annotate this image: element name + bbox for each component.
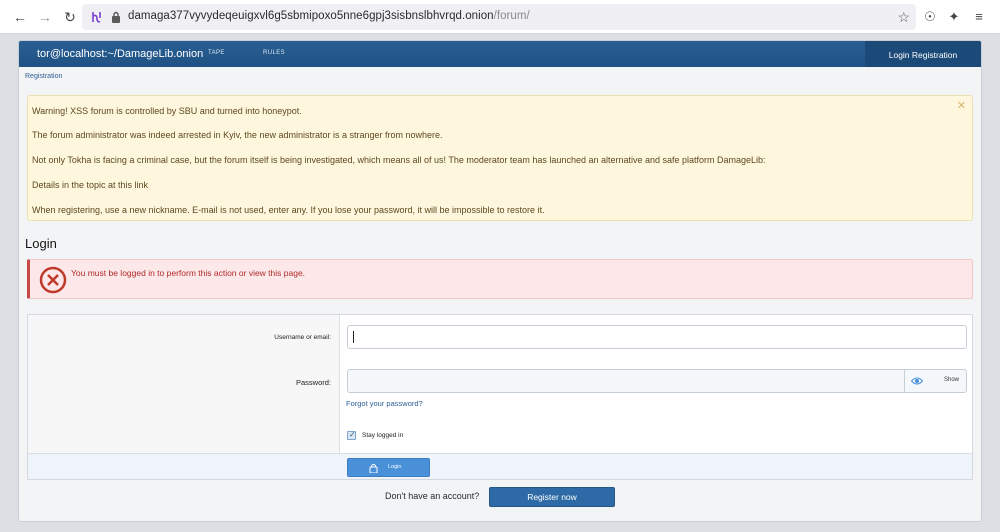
notice-line: When registering, use a new nickname. E-…: [32, 205, 545, 215]
password-input[interactable]: Show: [347, 369, 967, 393]
login-form: Username or email: Password: Show Forgot…: [27, 314, 973, 480]
url-text: damaga377vyvydeqeuigxvl6g5sbmipoxo5nne6g…: [128, 10, 530, 22]
onion-icon[interactable]: [90, 10, 104, 24]
menu-icon[interactable]: ≡: [971, 9, 987, 25]
forward-arrow-icon[interactable]: →: [37, 9, 53, 25]
stay-logged-in-checkbox[interactable]: ✓: [347, 430, 356, 440]
url-host: damaga377vyvydeqeuigxvl6g5sbmipoxo5nne6g…: [128, 10, 494, 22]
stay-logged-in-label[interactable]: Stay logged in: [362, 432, 403, 439]
login-button[interactable]: Login: [347, 458, 430, 477]
notice-link-line[interactable]: Details in the topic at this link: [32, 180, 148, 190]
forgot-password-link[interactable]: Forgot your password?: [346, 399, 423, 408]
error-circle-icon: [39, 266, 67, 294]
close-icon[interactable]: ✕: [957, 99, 966, 112]
password-label: Password:: [295, 378, 331, 387]
nav-tab-rules[interactable]: RULES: [263, 50, 285, 56]
error-message: You must be logged in to perform this ac…: [27, 259, 973, 299]
shield-icon[interactable]: ☉: [922, 9, 938, 25]
breadcrumb[interactable]: Registration: [25, 73, 62, 80]
form-footer: Login: [28, 453, 972, 479]
login-button-label: Login: [388, 464, 402, 470]
login-registration-link[interactable]: Login Registration: [865, 41, 981, 67]
url-path: /forum/: [493, 10, 530, 22]
error-text: You must be logged in to perform this ac…: [71, 268, 306, 278]
text-caret: [353, 331, 354, 343]
site-title[interactable]: tor@localhost:~/DamageLib.onion: [37, 48, 203, 60]
page-title: Login: [25, 236, 57, 251]
nav-tab-tape[interactable]: TAPE: [208, 50, 225, 56]
reload-icon[interactable]: ↻: [62, 9, 78, 25]
browser-toolbar: ← → ↻ damaga377vyvydeqeuigxvl6g5sbmipoxo…: [0, 0, 1000, 34]
forum-page: tor@localhost:~/DamageLib.onion TAPE RUL…: [18, 40, 982, 522]
form-label-column: Username or email: Password:: [28, 315, 340, 453]
show-label: Show: [943, 377, 959, 383]
check-icon: ✓: [349, 430, 356, 439]
eye-icon: [911, 377, 923, 385]
permissions-icon[interactable]: [110, 10, 122, 24]
no-account-prompt: Don't have an account?: [385, 491, 480, 501]
lock-icon: [369, 463, 378, 473]
notice-line: Not only Tokha is facing a criminal case…: [32, 155, 766, 165]
username-label: Username or email:: [274, 334, 331, 341]
username-input[interactable]: [347, 325, 967, 349]
account-row: Don't have an account? Register now: [19, 486, 981, 508]
warning-notice: Warning! XSS forum is controlled by SBU …: [27, 95, 973, 221]
bookmark-star-icon[interactable]: ☆: [897, 9, 910, 26]
site-header: tor@localhost:~/DamageLib.onion TAPE RUL…: [19, 41, 981, 67]
address-bar[interactable]: damaga377vyvydeqeuigxvl6g5sbmipoxo5nne6g…: [82, 4, 916, 30]
register-now-button[interactable]: Register now: [489, 487, 615, 507]
notice-line: Warning! XSS forum is controlled by SBU …: [32, 106, 302, 116]
security-level-icon[interactable]: ✦: [946, 9, 962, 25]
show-password-toggle[interactable]: Show: [904, 370, 966, 392]
notice-line: The forum administrator was indeed arres…: [32, 130, 443, 140]
back-arrow-icon[interactable]: ←: [12, 9, 28, 25]
